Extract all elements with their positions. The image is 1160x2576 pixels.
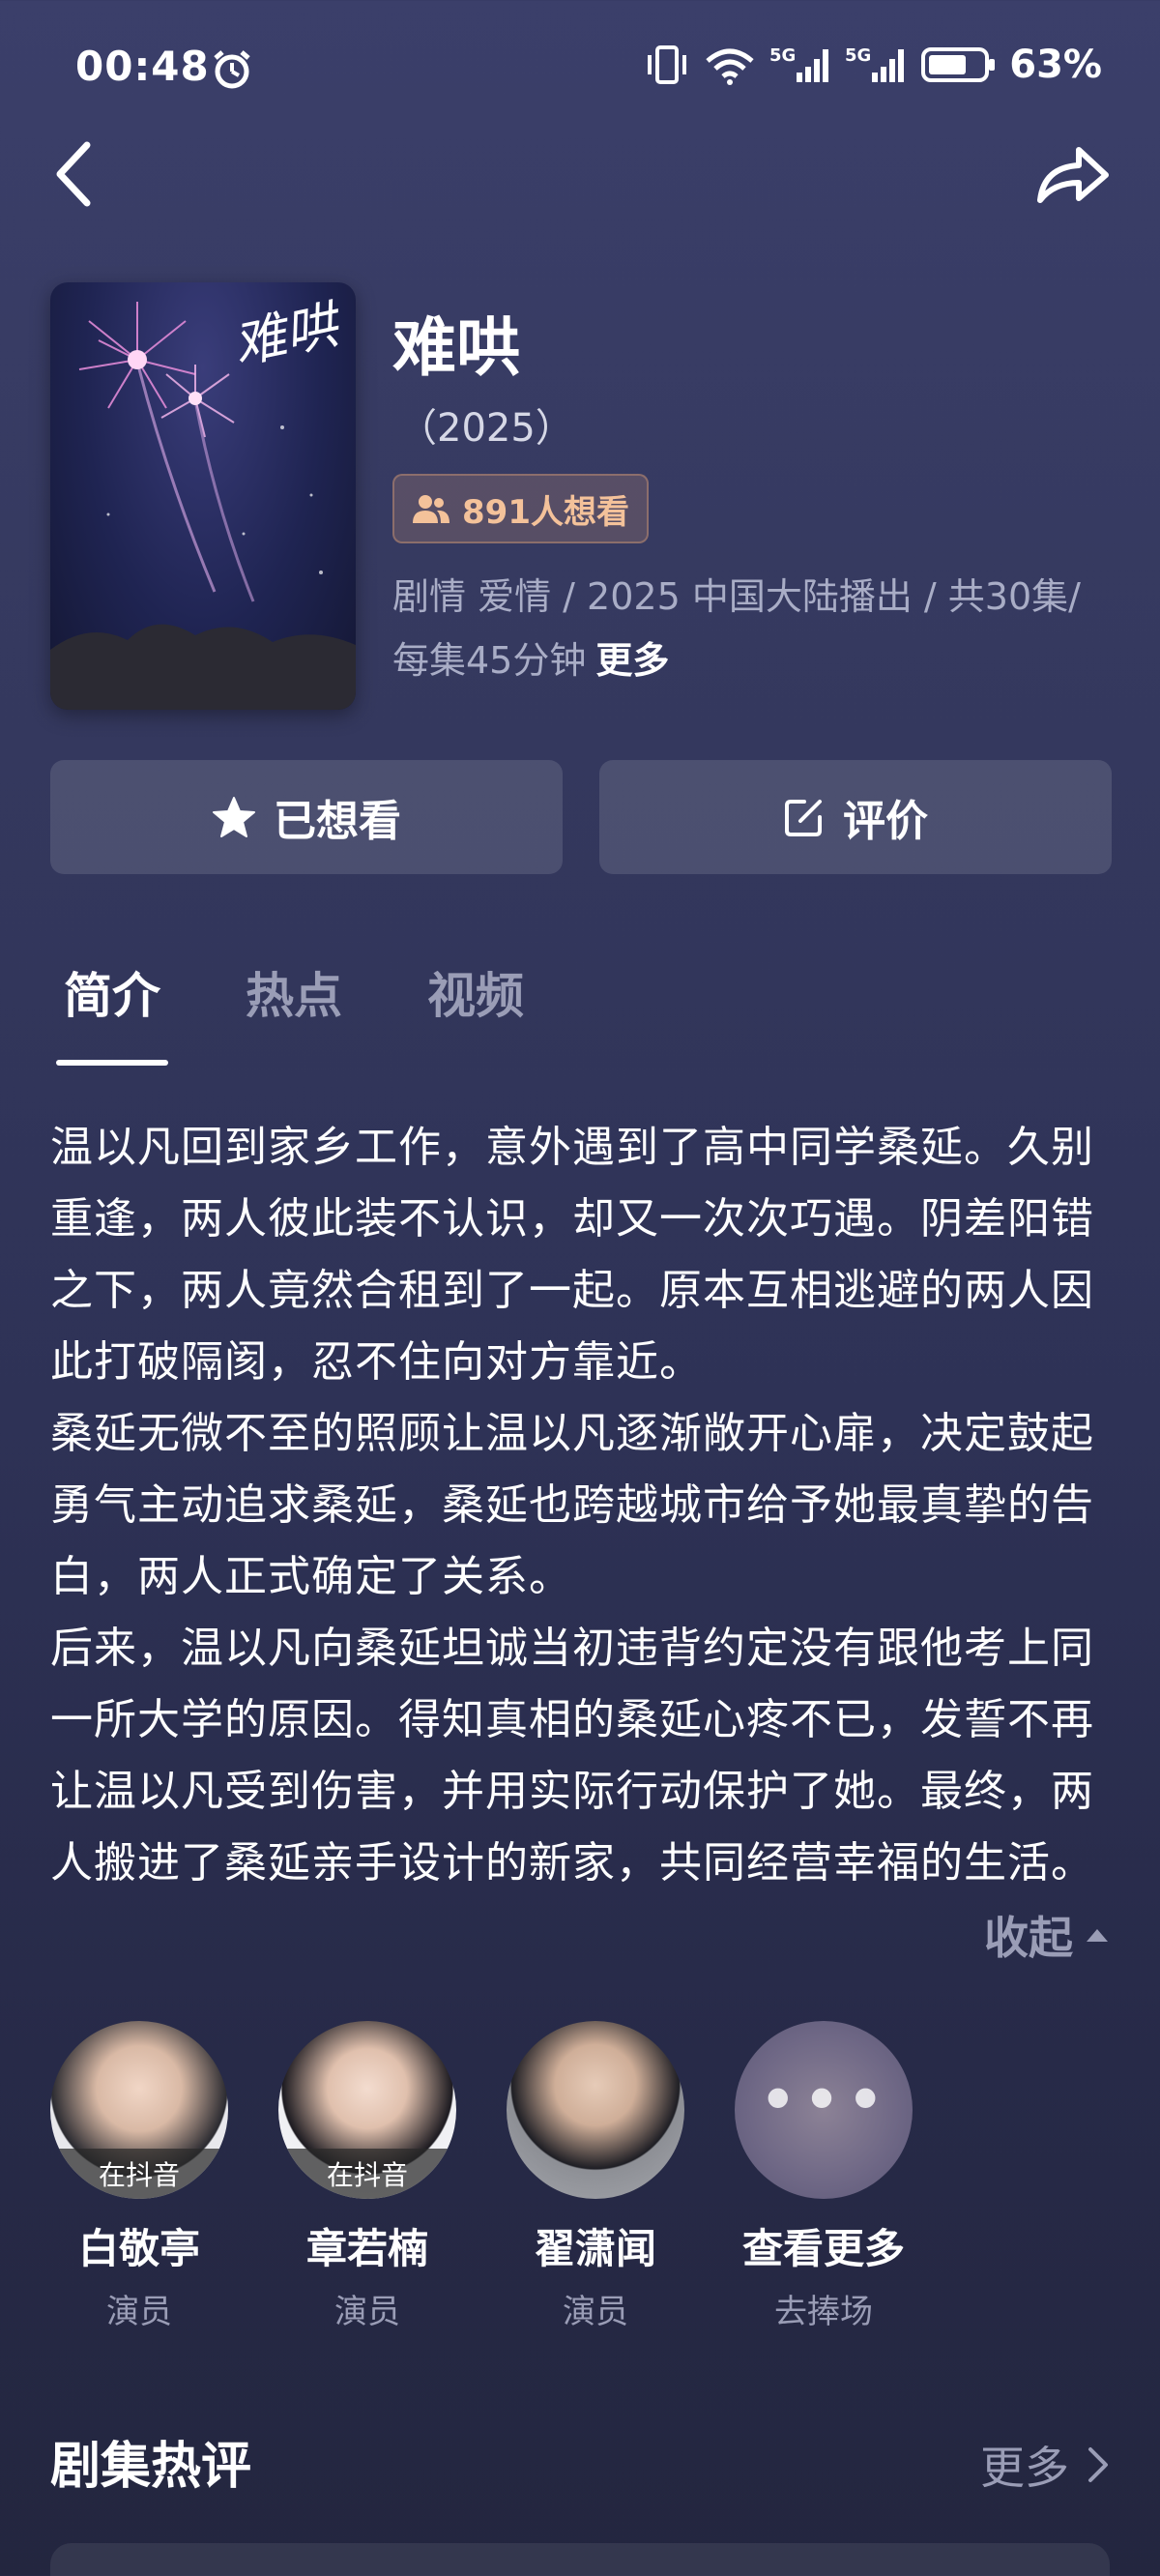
reviews-more-link[interactable]: 更多 [980, 2433, 1110, 2497]
cast-role: 去捧场 [774, 2293, 873, 2331]
avatar-tag: 在抖音 [50, 2149, 228, 2199]
poster-image[interactable]: 难哄 [50, 282, 356, 710]
cast-member[interactable]: 在抖音 白敬亭 演员 [50, 2021, 228, 2332]
tab-hot[interactable]: 热点 [232, 957, 356, 1066]
more-avatar: ••• [735, 2021, 913, 2199]
cast-list: 在抖音 白敬亭 演员 在抖音 章若楠 演员 翟潇闻 演员 ••• 查看更多 去捧… [50, 2021, 913, 2332]
review-button-label: 评价 [843, 797, 928, 846]
wifi-icon [706, 48, 754, 85]
wanted-button[interactable]: 已想看 [50, 760, 563, 874]
cast-member[interactable]: 在抖音 章若楠 演员 [278, 2021, 456, 2332]
reviews-section-title: 剧集热评 [50, 2438, 252, 2496]
battery-icon [921, 47, 996, 82]
reviews-more-label: 更多 [980, 2442, 1069, 2494]
show-meta: 剧情 爱情 / 2025 中国大陆播出 / 共30集/ 每集45分钟 更多 [392, 565, 1108, 692]
cast-name: 查看更多 [741, 2225, 905, 2272]
signal-5g-icon: 5G [845, 45, 905, 82]
status-time: 00:48 [75, 43, 210, 90]
wanted-button-label: 已想看 [274, 797, 401, 846]
alarm-icon [214, 50, 250, 89]
tab-intro[interactable]: 简介 [50, 957, 174, 1066]
collapse-button[interactable]: 收起 [984, 1903, 1110, 1967]
cast-role: 演员 [563, 2293, 628, 2331]
show-title: 难哄 [392, 310, 520, 385]
chevron-right-icon [1088, 2447, 1108, 2482]
avatar: 在抖音 [50, 2021, 228, 2199]
synopsis: 温以凡回到家乡工作，意外遇到了高中同学桑延。久别重逢，两人彼此装不认识，却又一次… [50, 1112, 1114, 1899]
avatar: 在抖音 [278, 2021, 456, 2199]
back-icon[interactable] [50, 135, 99, 213]
show-meta-text: 剧情 爱情 / 2025 中国大陆播出 / 共30集/ 每集45分钟 [392, 575, 1081, 682]
signal-5g-icon: 5G [769, 45, 829, 82]
edit-icon [785, 800, 822, 836]
people-icon [413, 495, 450, 523]
cast-name: 章若楠 [305, 2225, 428, 2272]
battery-percent: 63% [1009, 43, 1102, 87]
avatar [507, 2021, 684, 2199]
synopsis-paragraph: 温以凡回到家乡工作，意外遇到了高中同学桑延。久别重逢，两人彼此装不认识，却又一次… [50, 1123, 1094, 1387]
more-dots-icon: ••• [758, 2061, 889, 2140]
svg-text:5G: 5G [769, 45, 796, 66]
tab-bar: 简介 热点 视频 [50, 957, 537, 1066]
review-card[interactable] [50, 2543, 1110, 2576]
svg-text:5G: 5G [845, 45, 871, 66]
cast-role: 演员 [106, 2293, 172, 2331]
star-icon [213, 797, 255, 837]
cast-name: 翟潇闻 [534, 2225, 656, 2272]
synopsis-paragraph: 桑延无微不至的照顾让温以凡逐渐敞开心扉，决定鼓起勇气主动追求桑延，桑延也跨越城市… [50, 1409, 1094, 1601]
cast-name: 白敬亭 [77, 2225, 200, 2272]
avatar-tag: 在抖音 [278, 2149, 456, 2199]
cast-role: 演员 [334, 2293, 400, 2331]
caret-up-icon [1087, 1929, 1108, 1942]
review-button[interactable]: 评价 [599, 760, 1112, 874]
status-bar: 00:48 5G 5G 63% [0, 0, 1160, 145]
share-icon[interactable] [1034, 140, 1112, 208]
cast-member[interactable]: 翟潇闻 演员 [507, 2021, 684, 2332]
vibrate-icon [648, 45, 687, 84]
status-icons: 5G 5G 63% [644, 43, 1102, 87]
view-more-cast[interactable]: ••• 查看更多 去捧场 [735, 2021, 913, 2332]
show-year: （2025） [398, 406, 574, 451]
collapse-label: 收起 [984, 1912, 1073, 1964]
meta-more-link[interactable]: 更多 [595, 639, 669, 682]
tab-video[interactable]: 视频 [414, 957, 537, 1066]
want-count-badge: 891人想看 [392, 474, 649, 543]
synopsis-paragraph: 后来，温以凡向桑延坦诚当初违背约定没有跟他考上同一所大学的原因。得知真相的桑延心… [50, 1624, 1094, 1888]
want-count-text: 891人想看 [462, 492, 629, 532]
